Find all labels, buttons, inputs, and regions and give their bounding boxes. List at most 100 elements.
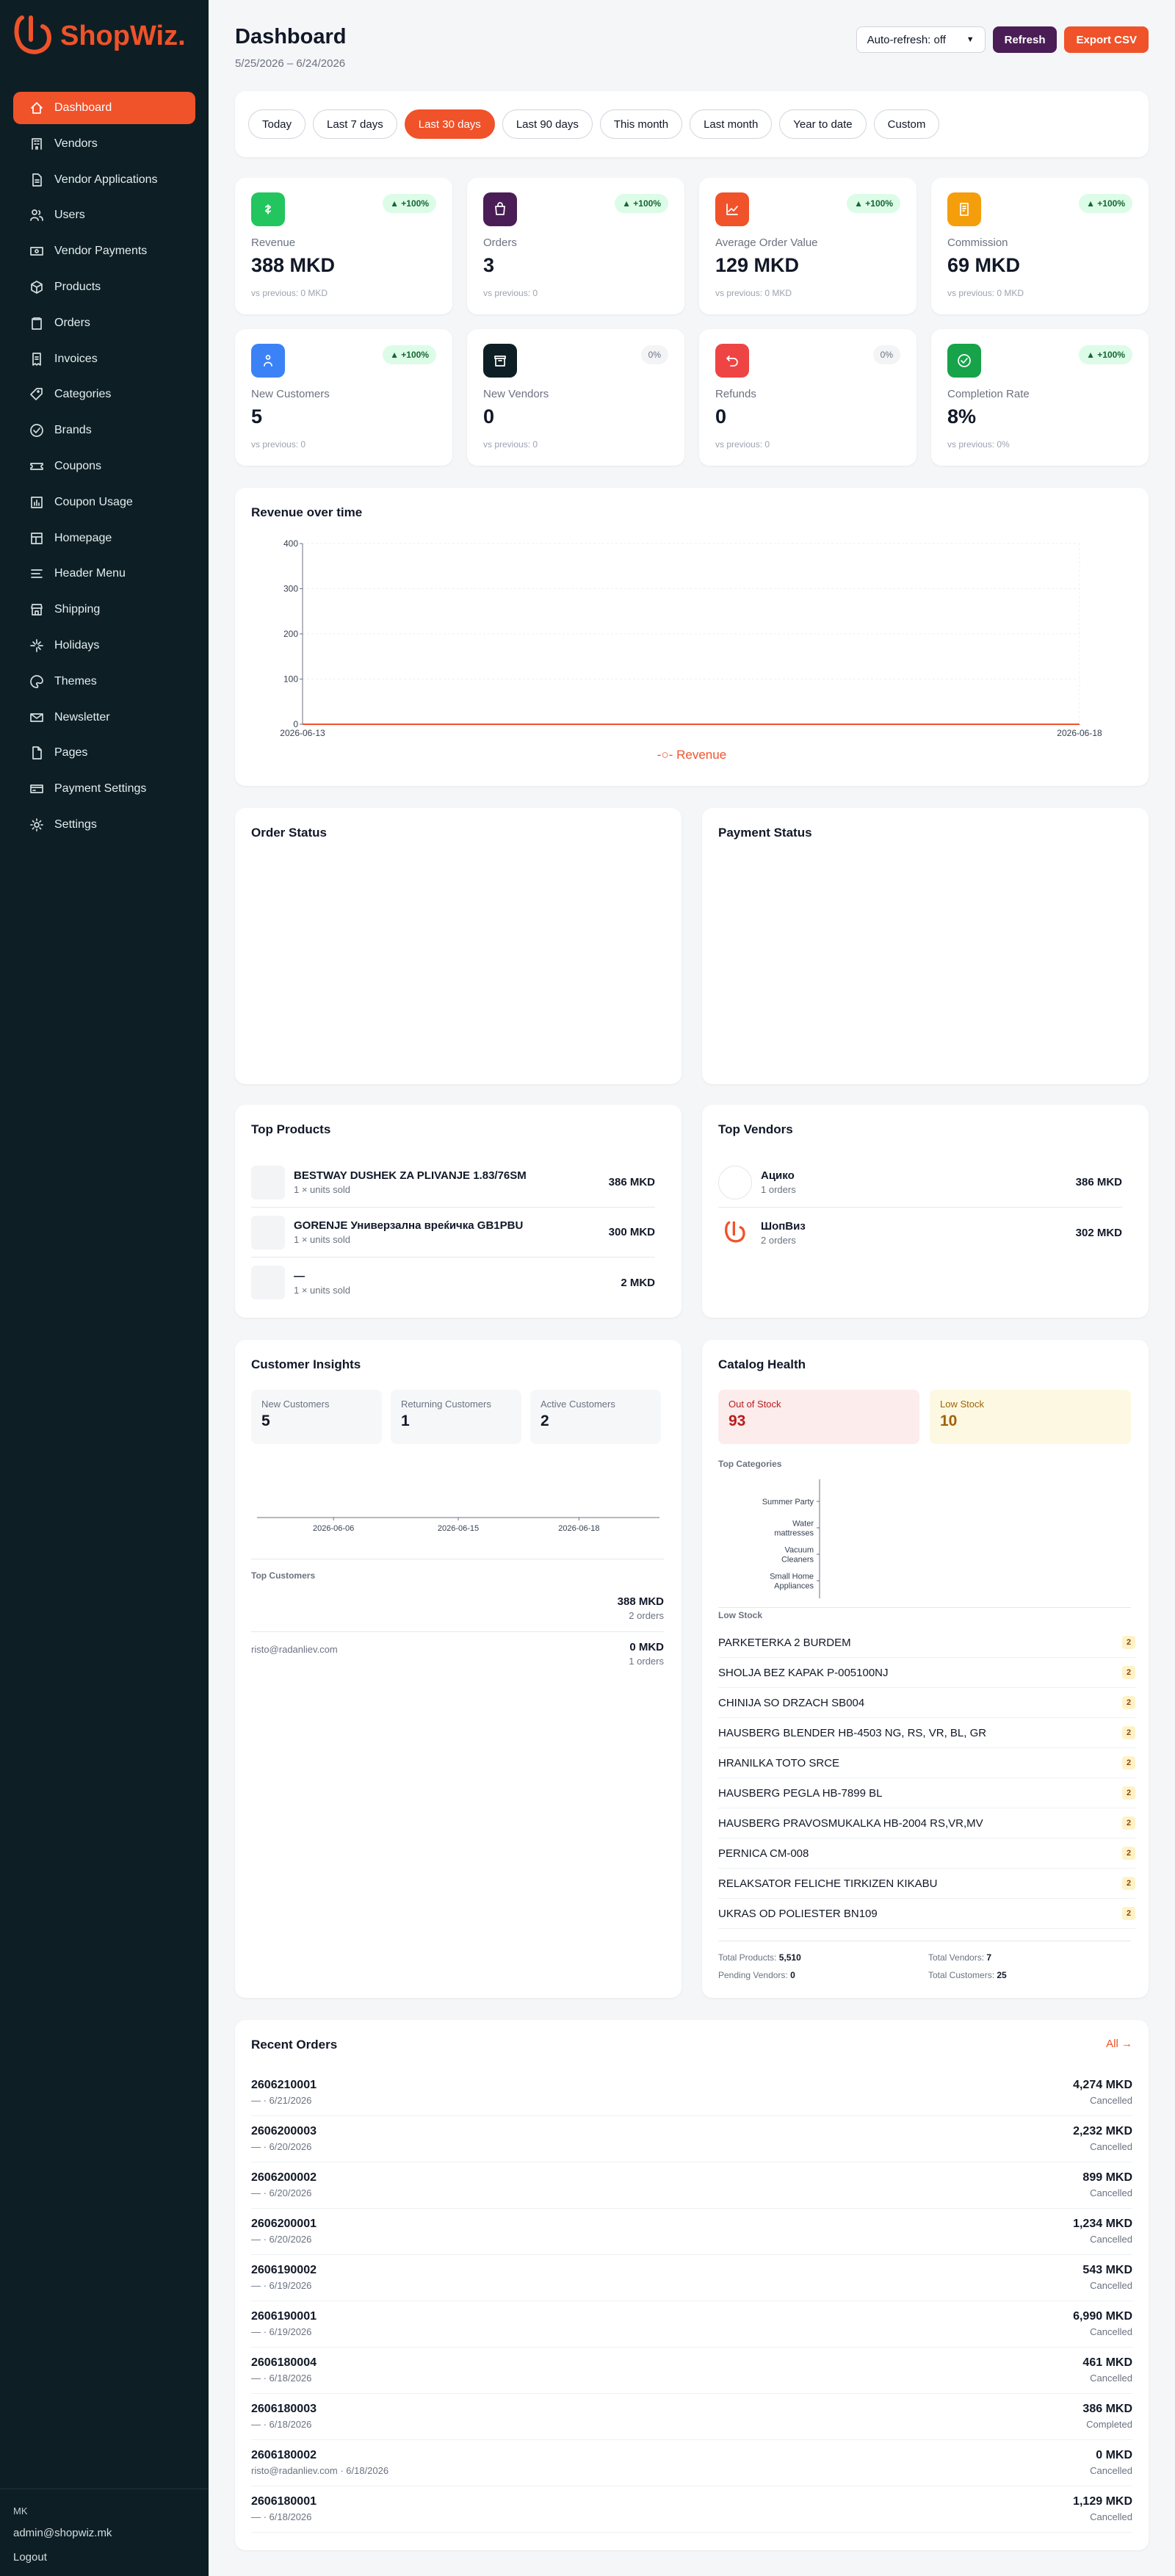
sidebar-item-coupons[interactable]: Coupons xyxy=(13,450,195,483)
customer-stat-label: Active Customers xyxy=(540,1399,615,1410)
low-stock-item[interactable]: HAUSBERG PRAVOSMUKALKA HB-2004 RS,VR,MV 2 xyxy=(718,1808,1135,1839)
kpi-icon-box xyxy=(483,344,517,378)
logout-link[interactable]: Logout xyxy=(13,2551,195,2564)
low-stock-box[interactable]: Low Stock 10 xyxy=(930,1390,1131,1444)
low-stock-qty: 2 xyxy=(1122,1877,1135,1890)
order-meta: — · 6/19/2026 xyxy=(251,2326,312,2337)
low-stock-item[interactable]: PERNICA CM-008 2 xyxy=(718,1839,1135,1869)
kpi-previous: vs previous: 0 xyxy=(251,439,306,450)
sidebar-item-label: Newsletter xyxy=(54,710,110,724)
sidebar-item-label: Vendors xyxy=(54,137,98,150)
order-row[interactable]: 2606200003 — · 6/20/2026 2,232 MKD Cancelle… xyxy=(251,2116,1132,2162)
sidebar-item-coupon-usage[interactable]: Coupon Usage xyxy=(13,486,195,519)
sidebar-item-payment-settings[interactable]: Payment Settings xyxy=(13,773,195,805)
low-stock-item[interactable]: PARKETERKA 2 BURDEM 2 xyxy=(718,1628,1135,1658)
export-csv-button[interactable]: Export CSV xyxy=(1064,26,1149,53)
sidebar-item-header-menu[interactable]: Header Menu xyxy=(13,558,195,590)
sidebar-item-users[interactable]: Users xyxy=(13,199,195,231)
order-amount: 2,232 MKD xyxy=(1073,2125,1132,2137)
low-stock-item[interactable]: HAUSBERG PEGLA HB-7899 BL 2 xyxy=(718,1778,1135,1808)
product-amount: 300 MKD xyxy=(608,1226,655,1238)
refresh-button[interactable]: Refresh xyxy=(992,26,1058,53)
kpi-label: Completion Rate xyxy=(947,388,1030,400)
product-name: GORENJE Универзална вреќичка GB1PBU xyxy=(294,1219,524,1232)
order-row[interactable]: 2606200001 — · 6/20/2026 1,234 MKD Cancelle… xyxy=(251,2209,1132,2255)
sidebar-item-pages[interactable]: Pages xyxy=(13,737,195,769)
period-pill-year-to-date[interactable]: Year to date xyxy=(779,109,867,139)
low-stock-item[interactable]: CHINIJA SO DRZACH SB004 2 xyxy=(718,1688,1135,1718)
order-status-title: Order Status xyxy=(251,826,327,840)
sidebar-item-products[interactable]: Products xyxy=(13,271,195,303)
brand-logo[interactable]: ShopWiz. xyxy=(13,13,186,59)
period-pill-this-month[interactable]: This month xyxy=(599,109,683,139)
sidebar-item-holidays[interactable]: Holidays xyxy=(13,629,195,662)
low-stock-item[interactable]: UKRAS OD POLIESTER BN109 2 xyxy=(718,1899,1135,1929)
sidebar-item-dashboard[interactable]: Dashboard xyxy=(13,92,195,124)
users-icon xyxy=(30,209,43,222)
top-customer-row[interactable]: 388 MKD 2 orders xyxy=(251,1590,664,1632)
sidebar-item-vendor-applications[interactable]: Vendor Applications xyxy=(13,164,195,196)
kpi-label: Refunds xyxy=(715,388,756,400)
kpi-label: New Customers xyxy=(251,388,330,400)
kpi-icon-box xyxy=(251,344,285,378)
order-row[interactable]: 2606180004 — · 6/18/2026 461 MKD Cancelled xyxy=(251,2348,1132,2394)
period-pill-last-90-days[interactable]: Last 90 days xyxy=(502,109,593,139)
order-status: Cancelled xyxy=(1090,2141,1132,2152)
sidebar-item-shipping[interactable]: Shipping xyxy=(13,594,195,626)
locale-label[interactable]: MK xyxy=(13,2505,195,2517)
order-row[interactable]: 2606210001 — · 6/21/2026 4,274 MKD Cancelle… xyxy=(251,2070,1132,2116)
low-stock-qty: 2 xyxy=(1122,1907,1135,1920)
out-of-stock-box[interactable]: Out of Stock 93 xyxy=(718,1390,919,1444)
revenue-legend[interactable]: -○- Revenue xyxy=(235,748,1149,762)
sidebar-item-homepage[interactable]: Homepage xyxy=(13,522,195,555)
top-product-row[interactable]: — 1 × units sold 2 MKD xyxy=(251,1258,655,1307)
top-product-row[interactable]: GORENJE Универзална вреќичка GB1PBU 1 × u… xyxy=(251,1208,655,1258)
y-tick-label: 200 xyxy=(283,629,298,639)
sidebar-item-themes[interactable]: Themes xyxy=(13,665,195,698)
top-categories-chart: Summer Party Watermattresses VacuumCleaner… xyxy=(762,1479,820,1598)
sidebar-item-orders[interactable]: Orders xyxy=(13,307,195,339)
period-pill-custom[interactable]: Custom xyxy=(873,109,940,139)
sidebar-item-vendors[interactable]: Vendors xyxy=(13,128,195,160)
kpi-card-orders: ▲ +100% Orders 3 vs previous: 0 xyxy=(467,178,684,314)
building-icon xyxy=(32,137,42,150)
low-stock-item[interactable]: HRANILKA TOTO SRCE 2 xyxy=(718,1748,1135,1778)
period-pill-today[interactable]: Today xyxy=(248,109,306,139)
top-product-row[interactable]: BESTWAY DUSHEK ZA PLIVANJE 1.83/76SM 1 × … xyxy=(251,1158,655,1208)
sidebar-item-newsletter[interactable]: Newsletter xyxy=(13,701,195,734)
sidebar-item-categories[interactable]: Categories xyxy=(13,378,195,411)
top-customers-title: Top Customers xyxy=(251,1570,316,1581)
top-customer-row[interactable]: risto@radanliev.com 0 MKD 1 orders xyxy=(251,1635,664,1678)
order-id: 2606200001 xyxy=(251,2218,317,2230)
sidebar-item-invoices[interactable]: Invoices xyxy=(13,343,195,375)
order-row[interactable]: 2606180002 risto@radanliev.com · 6/18/202… xyxy=(251,2440,1132,2486)
sidebar-item-vendor-payments[interactable]: Vendor Payments xyxy=(13,235,195,267)
order-id: 2606180003 xyxy=(251,2403,317,2415)
badge-check-icon xyxy=(30,424,43,438)
period-pill-last-month[interactable]: Last month xyxy=(690,109,773,139)
low-stock-item[interactable]: RELAKSATOR FELICHE TIRKIZEN KIKABU 2 xyxy=(718,1869,1135,1899)
order-row[interactable]: 2606180003 — · 6/18/2026 386 MKD Completed xyxy=(251,2394,1132,2440)
order-row[interactable]: 2606200002 — · 6/20/2026 899 MKD Cancelled xyxy=(251,2162,1132,2209)
sidebar-item-settings[interactable]: Settings xyxy=(13,809,195,841)
kpi-card-average-order-value: ▲ +100% Average Order Value 129 MKD vs prev… xyxy=(699,178,916,314)
order-row[interactable]: 2606190002 — · 6/19/2026 543 MKD Cancelled xyxy=(251,2255,1132,2301)
sidebar-item-label: Shipping xyxy=(54,603,101,616)
total-vendors-stat: Total Vendors: 7 xyxy=(928,1952,992,1963)
period-pill-last-30-days[interactable]: Last 30 days xyxy=(404,109,495,139)
top-vendor-row[interactable]: ШопВиз 2 orders 302 MKD xyxy=(718,1208,1122,1258)
top-vendor-row[interactable]: Ацико 1 orders 386 MKD xyxy=(718,1158,1122,1208)
mail-icon xyxy=(30,712,43,722)
sparkle-icon xyxy=(30,639,43,652)
order-status: Cancelled xyxy=(1090,2095,1132,2106)
order-row[interactable]: 2606190001 — · 6/19/2026 6,990 MKD Cancelle… xyxy=(251,2301,1132,2348)
credit-card-icon xyxy=(30,784,43,793)
order-row[interactable]: 2606180001 — · 6/18/2026 1,129 MKD Cancelle… xyxy=(251,2486,1132,2533)
sidebar-item-label: Homepage xyxy=(54,531,112,544)
low-stock-item[interactable]: SHOLJA BEZ KAPAK P-005100NJ 2 xyxy=(718,1658,1135,1688)
sidebar-item-brands[interactable]: Brands xyxy=(13,414,195,447)
auto-refresh-select[interactable]: Auto-refresh: off ▼ xyxy=(856,26,986,53)
low-stock-item[interactable]: HAUSBERG BLENDER HB-4503 NG, RS, VR, BL,… xyxy=(718,1718,1135,1748)
period-pill-last-7-days[interactable]: Last 7 days xyxy=(313,109,397,139)
view-all-orders-link[interactable]: All → xyxy=(1106,2038,1132,2050)
